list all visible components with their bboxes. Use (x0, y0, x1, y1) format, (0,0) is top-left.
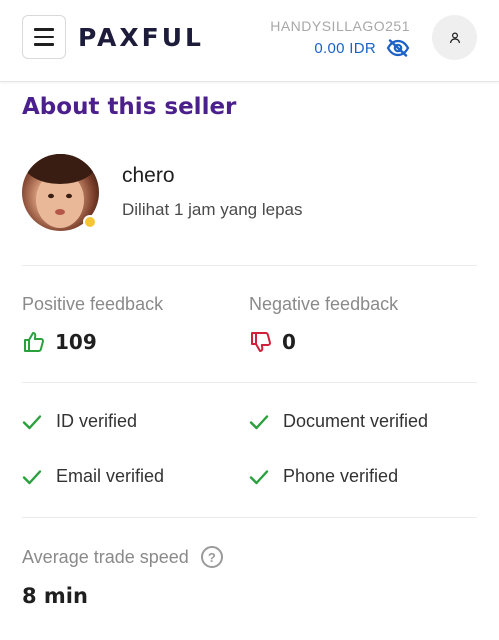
seller-name[interactable]: chero (122, 164, 175, 188)
negative-feedback-label: Negative feedback (249, 294, 399, 314)
thumbs-up-icon (24, 332, 44, 352)
user-icon (449, 31, 460, 43)
divider (22, 517, 477, 518)
username-label: HANDYSILLAGO251 (270, 18, 410, 34)
thumbs-down-icon (251, 332, 271, 352)
wallet-balance: 0.00 IDR (314, 39, 376, 57)
logo-text: PAXFUL (78, 22, 204, 52)
phone-verified-label: Phone verified (283, 466, 399, 486)
divider (22, 382, 477, 383)
top-navigation-bar: PAXFUL HANDYSILLAGO251 0.00 IDR (0, 0, 499, 82)
phone-verified-item: Phone verified (249, 466, 398, 487)
negative-feedback-count: 0 (282, 330, 296, 354)
average-trade-speed-row: Average trade speed ? (22, 546, 223, 568)
menu-bar-icon (34, 28, 54, 31)
last-seen-text: Dilihat 1 jam yang lepas (122, 200, 303, 219)
email-verified-item: Email verified (22, 466, 164, 487)
document-verified-item: Document verified (249, 411, 428, 432)
id-verified-item: ID verified (22, 411, 137, 432)
paxful-logo[interactable]: PAXFUL (78, 22, 204, 52)
divider (22, 265, 477, 266)
id-verified-label: ID verified (56, 411, 138, 431)
positive-feedback-value[interactable]: 109 (22, 330, 97, 354)
menu-bar-icon (34, 35, 54, 39)
question-mark-icon[interactable]: ? (200, 546, 223, 568)
balance-row: 0.00 IDR (314, 39, 410, 57)
positive-feedback-label: Positive feedback (22, 294, 164, 314)
online-status-dot (83, 215, 97, 229)
document-verified-label: Document verified (283, 411, 429, 431)
user-avatar-button[interactable] (432, 15, 477, 60)
about-seller-title: About this seller (22, 94, 237, 120)
negative-feedback-value[interactable]: 0 (249, 330, 296, 354)
check-icon (249, 469, 269, 484)
eye-slash-icon[interactable] (386, 39, 410, 57)
check-icon (249, 414, 269, 429)
average-trade-speed-label: Average trade speed (22, 546, 189, 567)
hamburger-menu-button[interactable] (22, 15, 66, 59)
check-icon (22, 469, 42, 484)
email-verified-label: Email verified (56, 466, 165, 486)
average-trade-speed-value: 8 min (22, 584, 88, 608)
positive-feedback-count: 109 (55, 330, 97, 354)
check-icon (22, 414, 42, 429)
menu-bar-icon (34, 43, 54, 46)
